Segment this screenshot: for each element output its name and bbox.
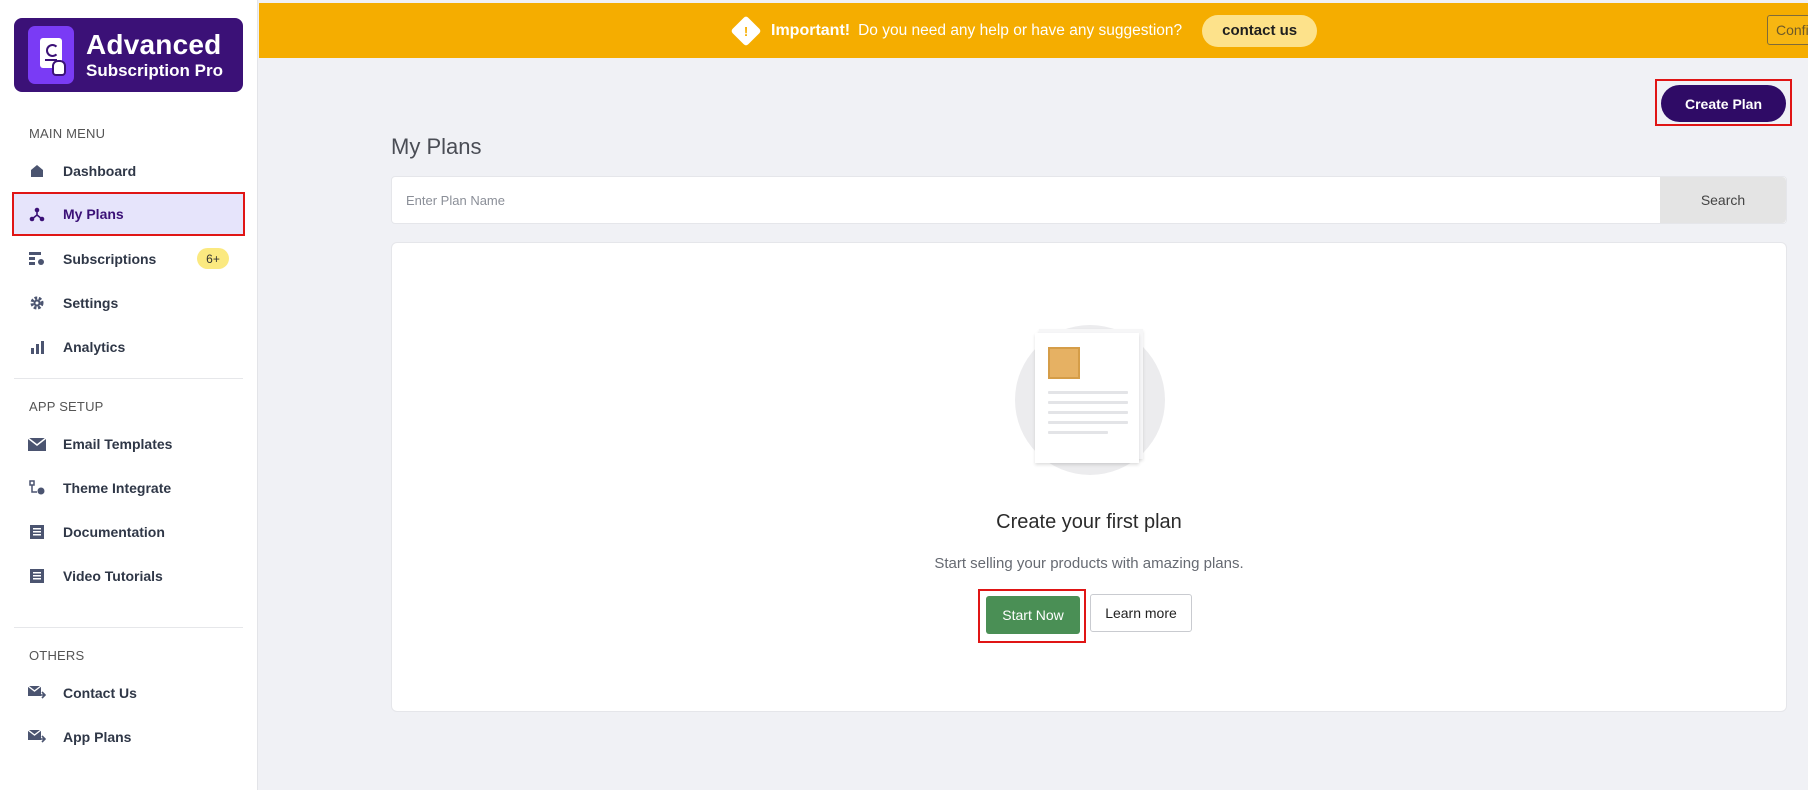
bar-chart-icon	[27, 337, 47, 357]
logo-title: Advanced	[86, 29, 222, 60]
sidebar-item-label: Documentation	[63, 524, 165, 540]
create-plan-highlight: Create Plan	[1655, 79, 1792, 126]
banner-message: Do you need any help or have any suggest…	[858, 21, 1183, 39]
envelope-icon	[27, 434, 47, 454]
config-button[interactable]: Confi	[1767, 15, 1808, 45]
logo-icon	[28, 26, 74, 84]
start-now-button[interactable]: Start Now	[986, 596, 1080, 634]
sidebar-item-label: My Plans	[63, 206, 124, 222]
empty-state-title: Create your first plan	[996, 511, 1182, 533]
video-icon	[27, 566, 47, 586]
mail-send-icon	[27, 683, 47, 703]
document-icon	[27, 522, 47, 542]
sidebar-item-label: Analytics	[63, 339, 126, 355]
mail-send-icon	[27, 727, 47, 747]
theme-icon	[27, 478, 47, 498]
plan-search-bar: Search	[391, 176, 1787, 224]
sidebar-item-app-plans[interactable]: App Plans	[14, 717, 243, 757]
warning-icon: !	[730, 14, 762, 47]
create-plan-button[interactable]: Create Plan	[1661, 85, 1786, 122]
sidebar-item-label: App Plans	[63, 729, 132, 745]
others-title: OTHERS	[29, 648, 85, 663]
empty-state-card: Create your first plan Start selling you…	[391, 242, 1787, 712]
learn-more-button[interactable]: Learn more	[1090, 594, 1192, 632]
contact-us-button[interactable]: contact us	[1202, 14, 1318, 47]
page-title: My Plans	[391, 134, 482, 159]
sidebar-item-my-plans[interactable]: My Plans	[12, 192, 245, 236]
plan-name-search-input[interactable]	[392, 177, 1660, 223]
app-logo[interactable]: Advanced Subscription Pro	[14, 18, 243, 92]
sidebar: Advanced Subscription Pro MAIN MENU Dash…	[0, 0, 258, 790]
network-icon	[27, 204, 47, 224]
sidebar-item-label: Contact Us	[63, 685, 137, 701]
sidebar-item-video-tutorials[interactable]: Video Tutorials	[14, 556, 243, 596]
sidebar-item-label: Theme Integrate	[63, 480, 172, 496]
subscriptions-count-badge: 6+	[197, 248, 229, 269]
subscriptions-icon	[27, 249, 47, 269]
help-banner: ! Important! Do you need any help or hav…	[259, 3, 1808, 58]
gear-icon	[27, 293, 47, 313]
sidebar-item-documentation[interactable]: Documentation	[14, 512, 243, 552]
home-icon	[27, 161, 47, 181]
sidebar-item-settings[interactable]: Settings	[14, 283, 243, 323]
start-now-highlight: Start Now	[978, 589, 1086, 643]
banner-important-label: Important!	[771, 21, 851, 39]
search-button[interactable]: Search	[1660, 177, 1786, 223]
sidebar-item-email-templates[interactable]: Email Templates	[14, 424, 243, 464]
sidebar-item-label: Settings	[63, 295, 119, 311]
app-setup-title: APP SETUP	[29, 399, 104, 414]
sidebar-item-subscriptions[interactable]: Subscriptions 6+	[14, 239, 243, 279]
sidebar-item-label: Subscriptions	[63, 251, 157, 267]
sidebar-item-dashboard[interactable]: Dashboard	[14, 151, 243, 191]
sidebar-divider	[14, 378, 243, 379]
sidebar-item-analytics[interactable]: Analytics	[14, 327, 243, 367]
main-menu-title: MAIN MENU	[29, 126, 106, 141]
sidebar-item-theme-integrate[interactable]: Theme Integrate	[14, 468, 243, 508]
sidebar-item-label: Dashboard	[63, 163, 137, 179]
sidebar-item-label: Email Templates	[63, 436, 173, 452]
empty-state-subtitle: Start selling your products with amazing…	[934, 555, 1244, 572]
empty-plans-illustration	[1015, 325, 1165, 475]
sidebar-divider	[14, 627, 243, 628]
logo-subtitle: Subscription Pro	[86, 61, 223, 80]
sidebar-item-label: Video Tutorials	[63, 568, 163, 584]
sidebar-item-contact-us[interactable]: Contact Us	[14, 673, 243, 713]
